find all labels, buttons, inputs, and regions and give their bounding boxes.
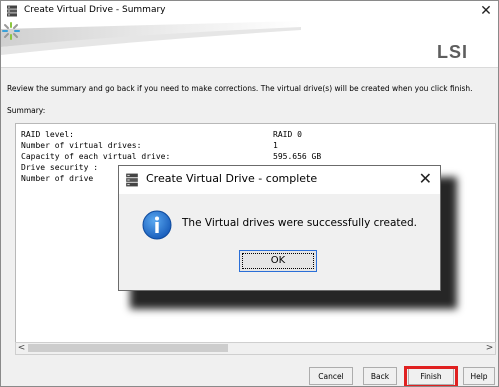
back-button[interactable]: Back xyxy=(363,367,397,385)
help-button[interactable]: Help xyxy=(463,367,495,385)
horizontal-scrollbar[interactable]: < > xyxy=(15,342,496,355)
summary-row-value: 595.656 GB xyxy=(273,152,322,161)
focus-ring xyxy=(242,253,314,269)
scroll-left-button[interactable]: < xyxy=(16,343,27,354)
cancel-button[interactable]: Cancel xyxy=(309,367,353,385)
title-bar: Create Virtual Drive - Summary ✕ xyxy=(1,1,498,21)
summary-row-key: Number of drive xyxy=(21,174,94,183)
summary-row-key: RAID level: xyxy=(21,130,74,139)
completion-dialog: Create Virtual Drive - complete ✕ The Vi… xyxy=(118,165,441,291)
server-stack-icon xyxy=(7,5,17,17)
scroll-thumb[interactable] xyxy=(28,344,228,352)
summary-row-key: Number of virtual drives: xyxy=(21,141,142,150)
summary-label: Summary: xyxy=(7,106,46,115)
header-banner: LSI xyxy=(1,21,498,67)
ok-button[interactable]: OK xyxy=(239,250,317,272)
summary-row-value: 1 xyxy=(273,141,278,150)
window-title: Create Virtual Drive - Summary xyxy=(24,5,166,15)
summary-row-key: Drive security : xyxy=(21,163,99,172)
dialog-message: The Virtual drives were successfully cre… xyxy=(182,217,417,229)
summary-row-key: Capacity of each virtual drive: xyxy=(21,152,171,161)
summary-row-value: RAID 0 xyxy=(273,130,302,139)
close-button[interactable]: ✕ xyxy=(478,2,494,20)
dialog-title-bar: Create Virtual Drive - complete ✕ xyxy=(119,166,440,194)
banner-swoosh xyxy=(1,21,301,55)
scroll-right-button[interactable]: > xyxy=(484,343,495,354)
lsi-starburst-icon xyxy=(2,22,20,40)
info-icon xyxy=(142,210,172,240)
dialog-close-button[interactable]: ✕ xyxy=(419,170,432,188)
lsi-logo: LSI xyxy=(436,42,468,62)
server-stack-icon xyxy=(126,173,138,187)
finish-highlight-box xyxy=(404,366,458,386)
summary-window: Create Virtual Drive - Summary ✕ LSI Rev… xyxy=(0,0,499,387)
dialog-body: The Virtual drives were successfully cre… xyxy=(119,194,440,290)
intro-text: Review the summary and go back if you ne… xyxy=(7,84,473,93)
dialog-title: Create Virtual Drive - complete xyxy=(146,172,318,185)
